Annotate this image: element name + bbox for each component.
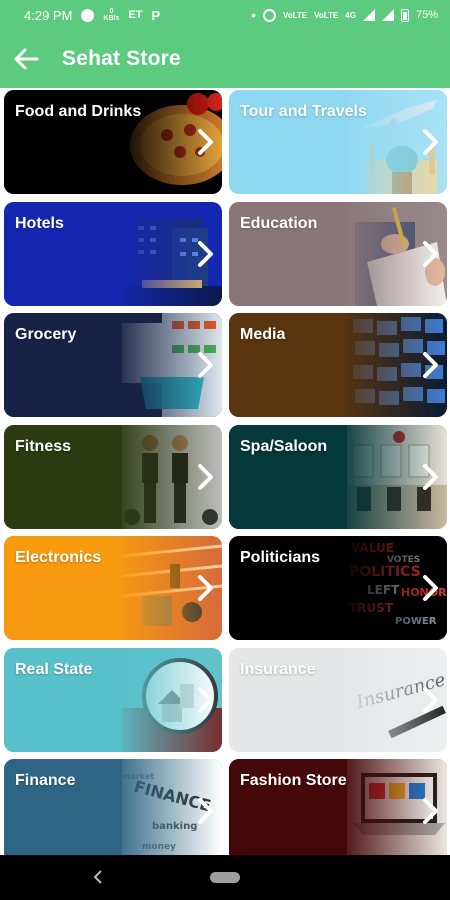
volte-icon-2: VoLTE: [314, 10, 339, 20]
chevron-right-icon: [421, 128, 441, 156]
chevron-right-icon: [196, 240, 216, 268]
category-card-finance[interactable]: FINANCEbankingmoneymarketFinance: [4, 759, 222, 855]
category-card-electronics[interactable]: Electronics: [4, 536, 222, 640]
chevron-right-icon: [421, 686, 441, 714]
category-label: Fashion Store: [240, 772, 347, 789]
category-label: Spa/Saloon: [240, 437, 328, 455]
data-speed: 0 KB/s: [103, 8, 120, 22]
chevron-right-icon: [196, 463, 216, 491]
chevron-left-icon: [93, 870, 102, 884]
category-label: Education: [240, 214, 318, 232]
category-label: Media: [240, 326, 286, 343]
chevron-right-icon: [421, 797, 441, 825]
category-label: Grocery: [15, 326, 77, 343]
chevron-right-icon: [421, 463, 441, 491]
category-card-fitness[interactable]: Fitness: [4, 424, 222, 529]
status-time: 4:29 PM: [24, 7, 73, 23]
battery-level: 75%: [415, 9, 438, 21]
back-button[interactable]: [0, 30, 52, 88]
category-card-insurance[interactable]: InsuranceInsurance: [229, 647, 447, 752]
category-card-tour-and-travels[interactable]: Tour and Travels: [229, 90, 447, 194]
system-home-button[interactable]: [210, 872, 240, 883]
status-bar: 4:29 PM 0 KB/s ET P • VoLTE VoLTE 4G 75%: [0, 0, 450, 30]
chevron-right-icon: [196, 574, 216, 602]
category-card-food-and-drinks[interactable]: Food and Drinks: [4, 90, 222, 194]
chevron-right-icon: [421, 351, 441, 379]
category-card-fashion-store[interactable]: Fashion Store: [229, 759, 447, 855]
chevron-right-icon: [421, 574, 441, 602]
signal-icon: [362, 9, 375, 21]
category-label: Electronics: [15, 549, 102, 566]
category-card-grocery[interactable]: Grocery: [4, 313, 222, 417]
signal-icon-2: [381, 9, 394, 21]
category-grid: Food and Drinks Tour and Travels Hotels Edu…: [4, 90, 448, 855]
hotspot-icon: [262, 8, 276, 22]
network-type: 4G: [345, 10, 356, 20]
category-card-education[interactable]: Education: [229, 201, 447, 306]
page-title: Sehat Store: [62, 47, 181, 70]
category-label: Food and Drinks: [15, 103, 142, 120]
category-label: Tour and Travels: [240, 103, 367, 120]
category-label: Fitness: [15, 437, 72, 455]
category-label: Insurance: [240, 660, 316, 678]
status-app-icon: [81, 8, 95, 22]
arrow-left-icon: [14, 48, 39, 70]
category-label: Politicians: [240, 549, 321, 566]
chevron-right-icon: [196, 686, 216, 714]
category-card-media[interactable]: Media: [229, 313, 447, 417]
category-label: Real State: [15, 660, 93, 678]
category-card-spa-saloon[interactable]: Spa/Saloon: [229, 424, 447, 529]
category-card-hotels[interactable]: Hotels: [4, 201, 222, 306]
chevron-right-icon: [196, 351, 216, 379]
app-bar: Sehat Store: [0, 30, 450, 88]
chevron-right-icon: [421, 240, 441, 268]
category-label: Finance: [15, 772, 76, 789]
category-card-real-state[interactable]: Real State: [4, 647, 222, 752]
carrier-text: ET: [128, 9, 143, 21]
category-card-politicians[interactable]: VALUEVOTESPOLITICSLEFTHONORTRUSTPOWERPol…: [229, 536, 447, 640]
volte-icon-1: VoLTE: [282, 10, 308, 20]
battery-icon: [400, 8, 409, 22]
chevron-right-icon: [196, 797, 216, 825]
system-back-button[interactable]: [88, 867, 108, 887]
chevron-right-icon: [196, 128, 216, 156]
category-label: Hotels: [15, 214, 64, 232]
paytm-icon: P: [151, 7, 161, 23]
notification-dot-icon: •: [251, 7, 256, 23]
system-nav-bar: [0, 855, 450, 900]
